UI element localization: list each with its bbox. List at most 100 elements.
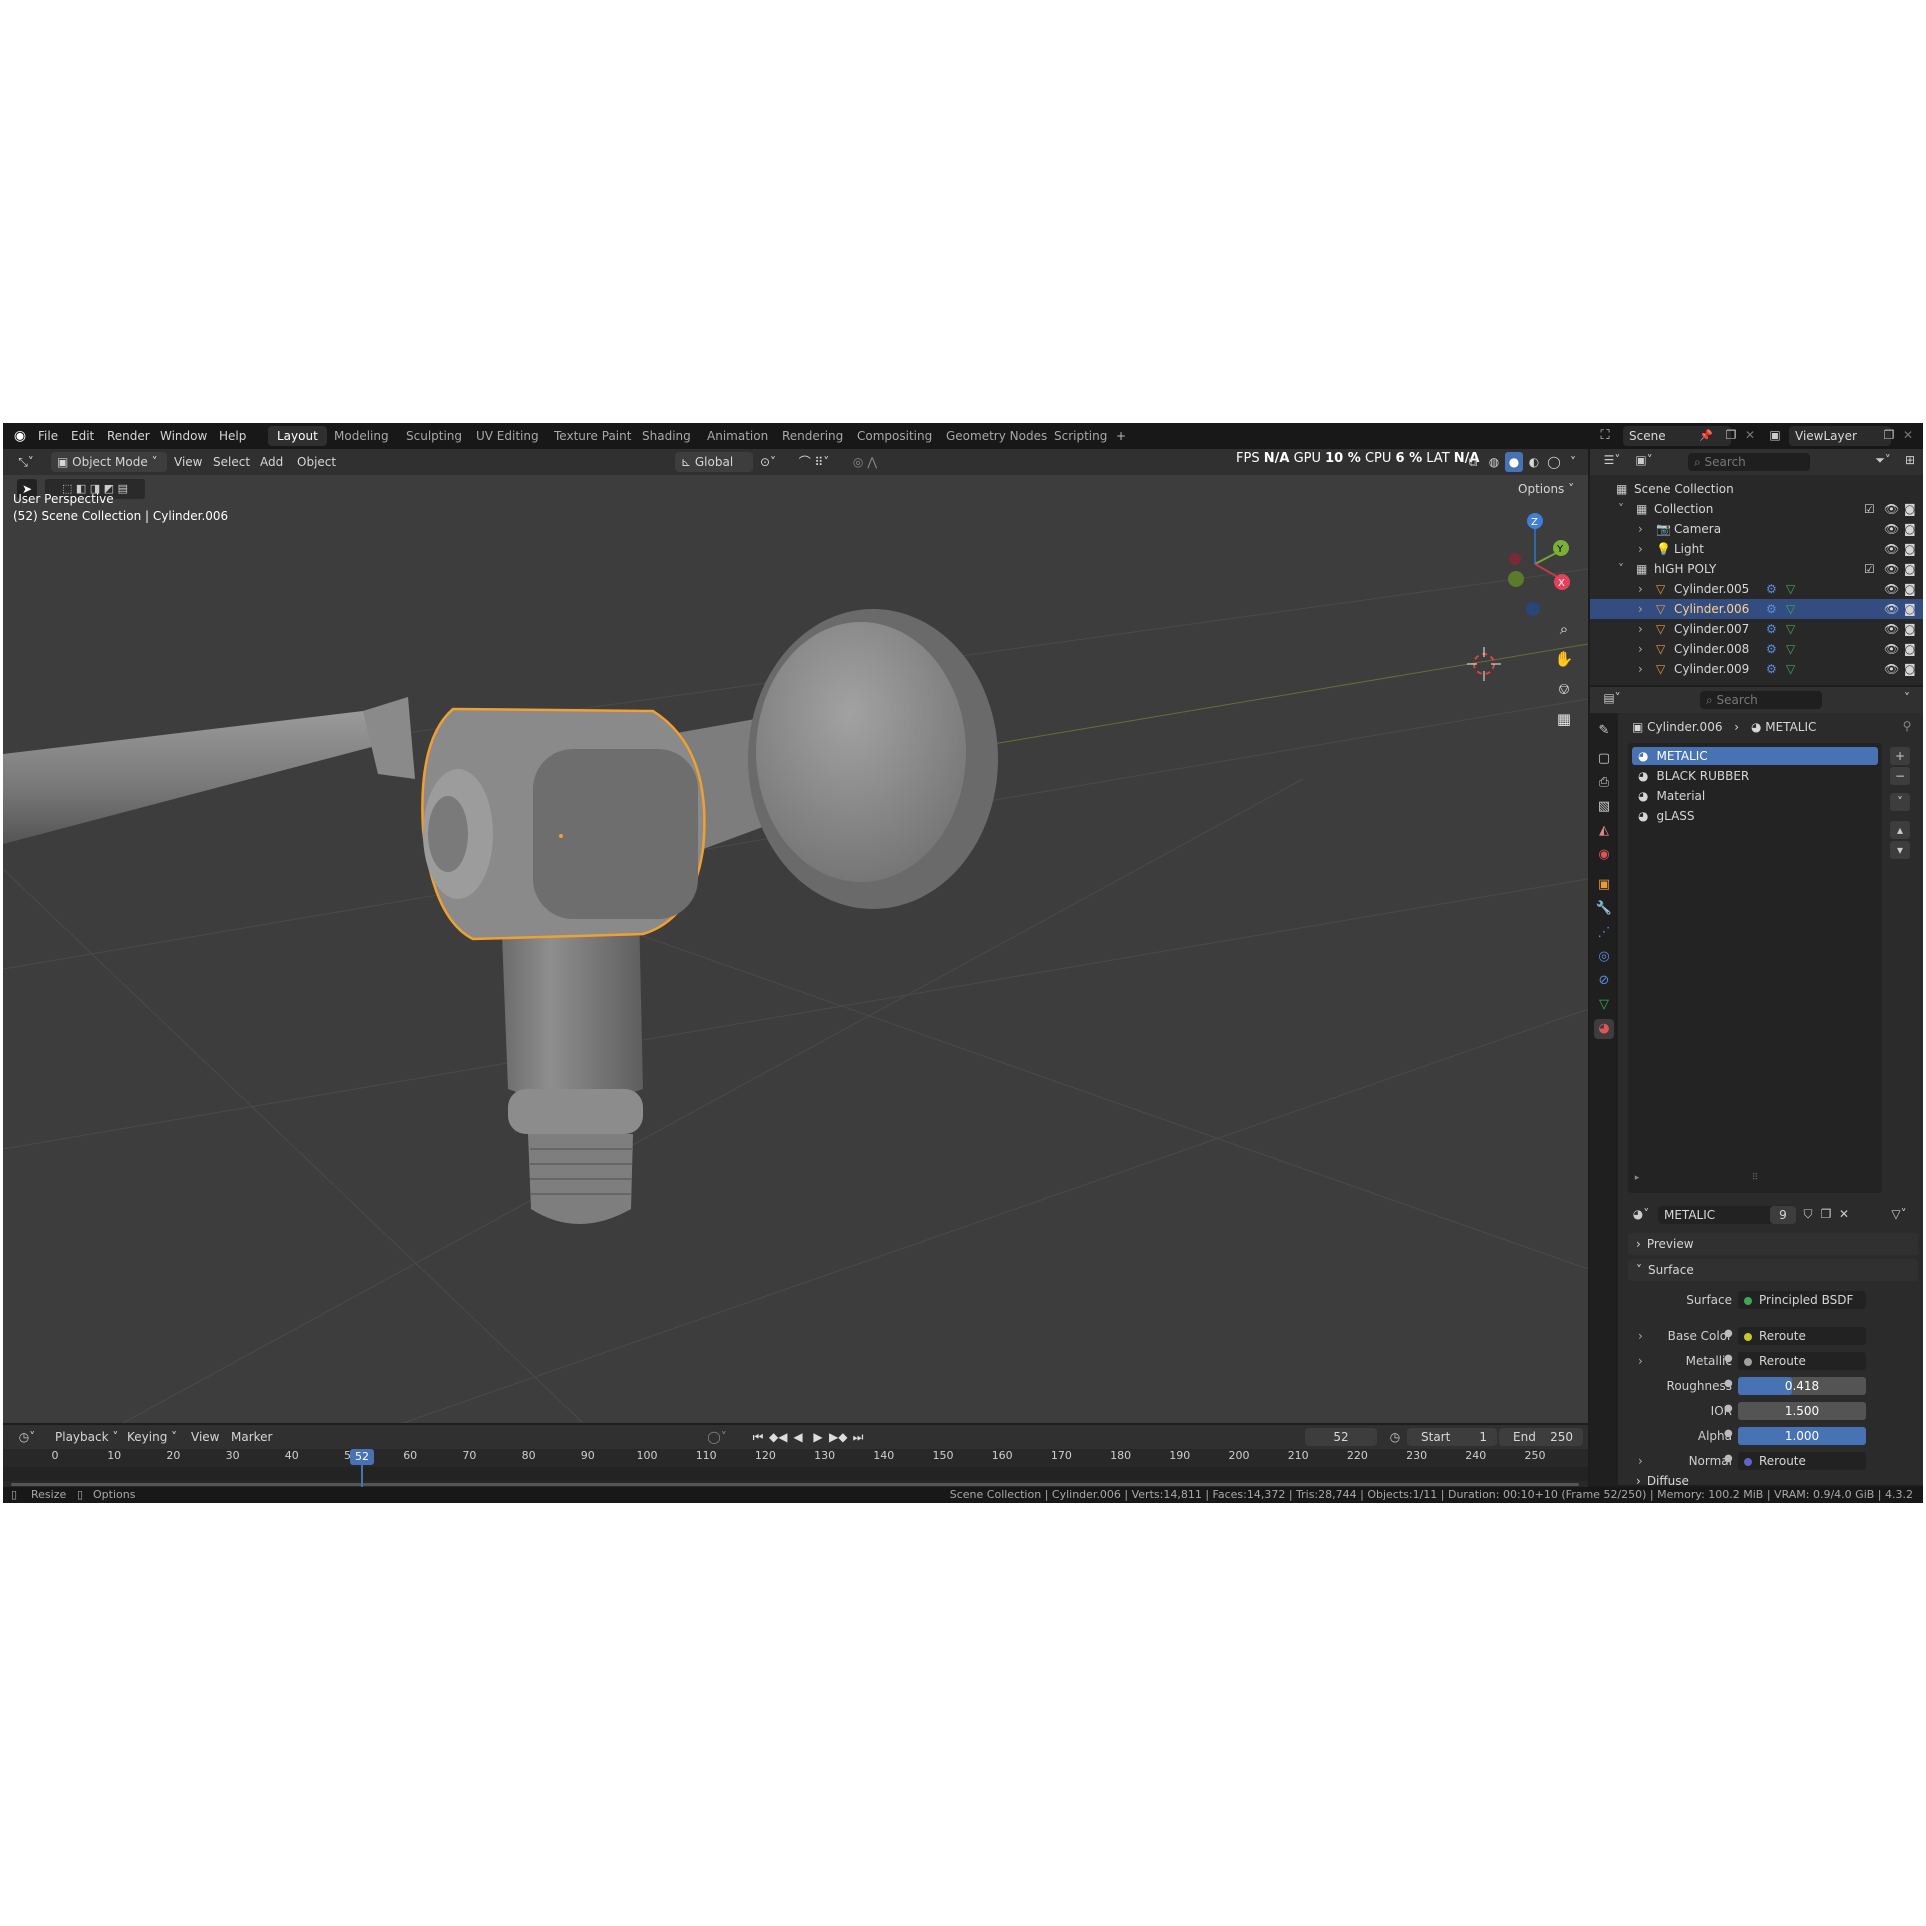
modifier-icon[interactable]: ⚙ (1766, 619, 1777, 639)
value-slider[interactable]: 0.418 (1738, 1377, 1866, 1395)
properties-editor-icon[interactable]: ▤˅ (1598, 691, 1626, 705)
shading-options-icon[interactable]: ˅ (1565, 452, 1581, 472)
tab-animation[interactable]: Animation (698, 426, 777, 446)
display-mode-icon[interactable]: ▣˅ (1630, 453, 1658, 467)
new-collection-icon[interactable]: ⊞ (1902, 453, 1918, 467)
modifier-icon[interactable]: ⚙ (1766, 639, 1777, 659)
chevron-right-icon[interactable]: › (1638, 519, 1643, 539)
scene-selector[interactable]: Scene (1623, 426, 1731, 446)
material-tab-icon[interactable]: ◕ (1594, 1019, 1614, 1039)
particles-tab-icon[interactable]: ⋰ (1594, 923, 1614, 943)
modifier-icon[interactable]: ⚙ (1766, 579, 1777, 599)
material-link-icon[interactable]: ▽˅ (1886, 1207, 1912, 1221)
chevron-right-icon[interactable]: › (1638, 539, 1643, 559)
eye-icon[interactable]: 👁 (1884, 639, 1899, 659)
preview-panel-header[interactable]: › Preview (1628, 1233, 1918, 1255)
menu-render[interactable]: Render (107, 423, 150, 449)
new-scene-icon[interactable]: ❐ (1723, 428, 1739, 442)
delete-scene-icon[interactable]: ✕ (1743, 428, 1757, 442)
snap-icon[interactable]: ⌒ ⠿˅ (789, 452, 839, 472)
viewport-menu-select[interactable]: Select (213, 452, 250, 472)
chevron-right-icon[interactable]: › (1638, 599, 1643, 619)
outliner-row[interactable]: › ▽ Cylinder.006 👁 ◙ ⚙ ▽ (1590, 599, 1923, 619)
material-shading-icon[interactable]: ◐ (1525, 452, 1543, 472)
remove-slot-button[interactable]: − (1890, 767, 1910, 785)
timeline-ruler[interactable]: 0102030405060708090100110120130140150160… (3, 1425, 1588, 1462)
object-tab-icon[interactable]: ▣ (1594, 875, 1614, 895)
list-resize-grip-icon[interactable]: ⠿ (1748, 1173, 1762, 1183)
3d-cursor[interactable] (1467, 647, 1501, 681)
material-users-count[interactable]: 9 (1770, 1206, 1796, 1224)
socket-link-field[interactable]: Reroute (1738, 1327, 1866, 1345)
chevron-right-icon[interactable]: › (1638, 639, 1643, 659)
chevron-right-icon[interactable]: › (1638, 659, 1643, 679)
render-camera-icon[interactable]: ◙ (1904, 519, 1916, 539)
timeline-scrollbar[interactable] (11, 1483, 1579, 1486)
outliner-row[interactable]: › ▽ Cylinder.009 👁 ◙ ⚙ ▽ (1590, 659, 1923, 679)
modifier-icon[interactable]: ⚙ (1766, 659, 1777, 679)
view-layer-selector[interactable]: ViewLayer (1789, 426, 1891, 446)
material-slot[interactable]: ◕ gLASS (1632, 807, 1878, 825)
value-slider[interactable]: 1.500 (1738, 1402, 1866, 1420)
outliner-row[interactable]: ˅ ▦ hIGH POLY 👁 ◙ ☑ (1590, 559, 1923, 579)
navigation-gizmo[interactable] (1508, 513, 1570, 616)
playhead-label[interactable]: 52 (350, 1449, 374, 1465)
outliner-editor-icon[interactable]: ☰˅ (1598, 453, 1626, 467)
eye-icon[interactable]: 👁 (1884, 579, 1899, 599)
outliner-row[interactable]: ˅ ▦ Collection 👁 ◙ ☑ (1590, 499, 1923, 519)
outliner-row[interactable]: › ▽ Cylinder.008 👁 ◙ ⚙ ▽ (1590, 639, 1923, 659)
socket-link-field[interactable]: Reroute (1738, 1452, 1866, 1470)
collection-checkbox-icon[interactable]: ☑ (1864, 499, 1875, 519)
constraints-tab-icon[interactable]: ⊘ (1594, 971, 1614, 991)
chevron-down-icon[interactable]: ˅ (1900, 691, 1914, 705)
eye-icon[interactable]: 👁 (1884, 499, 1899, 519)
material-name-field[interactable]: METALIC (1658, 1206, 1774, 1224)
menu-window[interactable]: Window (160, 423, 207, 449)
pin-icon[interactable]: ⚲ (1900, 719, 1914, 733)
tab-texture-paint[interactable]: Texture Paint (545, 426, 640, 446)
rendered-shading-icon[interactable]: ◯ (1545, 452, 1563, 472)
pivot-icon[interactable]: ⊙˅ (755, 452, 781, 472)
value-slider[interactable]: 1.000 (1738, 1427, 1866, 1445)
tab-sculpting[interactable]: Sculpting (397, 426, 471, 446)
physics-tab-icon[interactable]: ◎ (1594, 947, 1614, 967)
3d-viewport[interactable]: Z Y X ⤡˅ ▣ Object Mode ˅ View Select Add… (3, 449, 1588, 1423)
input-socket-icon[interactable]: ● (1724, 1403, 1733, 1414)
collection-checkbox-icon[interactable]: ☑ (1864, 559, 1875, 579)
chevron-right-icon[interactable]: › (1638, 619, 1643, 639)
outliner-row[interactable]: ▦ Scene Collection (1590, 479, 1923, 499)
tab-modeling[interactable]: Modeling (325, 426, 398, 446)
mode-selector[interactable]: ▣ Object Mode ˅ (51, 452, 167, 472)
eye-icon[interactable]: 👁 (1884, 599, 1899, 619)
render-camera-icon[interactable]: ◙ (1904, 579, 1916, 599)
scene-icon[interactable]: ⛶ (1593, 428, 1617, 443)
chevron-down-icon[interactable]: ˅ (1618, 499, 1624, 519)
properties-search-input[interactable]: ⌕ Search (1700, 691, 1822, 709)
mesh-data-icon[interactable]: ▽ (1786, 579, 1795, 599)
move-slot-down-button[interactable]: ▾ (1890, 841, 1910, 859)
chevron-down-icon[interactable]: ˅ (1618, 559, 1624, 579)
pipe-mesh[interactable] (3, 711, 383, 844)
menu-edit[interactable]: Edit (71, 423, 94, 449)
render-camera-icon[interactable]: ◙ (1904, 599, 1916, 619)
tool-tab-icon[interactable]: ✎ (1594, 721, 1614, 741)
eye-icon[interactable]: 👁 (1884, 619, 1899, 639)
scene-tab-icon[interactable]: ◭ (1594, 821, 1614, 841)
mesh-data-icon[interactable]: ▽ (1786, 639, 1795, 659)
input-socket-icon[interactable]: ● (1724, 1428, 1733, 1439)
timeline-track[interactable] (3, 1467, 1588, 1481)
menu-help[interactable]: Help (219, 423, 246, 449)
eye-icon[interactable]: 👁 (1884, 539, 1899, 559)
editor-type-icon[interactable]: ⤡˅ (11, 452, 41, 472)
material-slot[interactable]: ◕ Material (1632, 787, 1878, 805)
tab-geometry-nodes[interactable]: Geometry Nodes (937, 426, 1056, 446)
solid-shading-icon[interactable]: ● (1505, 452, 1523, 472)
render-camera-icon[interactable]: ◙ (1904, 499, 1916, 519)
material-slot[interactable]: ◕ METALIC (1632, 747, 1878, 765)
world-tab-icon[interactable]: ◉ (1594, 845, 1614, 865)
new-view-layer-icon[interactable]: ❐ (1881, 428, 1897, 442)
tab-rendering[interactable]: Rendering (773, 426, 852, 446)
duplicate-material-icon[interactable]: ❐ (1818, 1207, 1834, 1221)
input-socket-icon[interactable]: ● (1724, 1353, 1733, 1364)
modifier-icon[interactable]: ⚙ (1766, 599, 1777, 619)
